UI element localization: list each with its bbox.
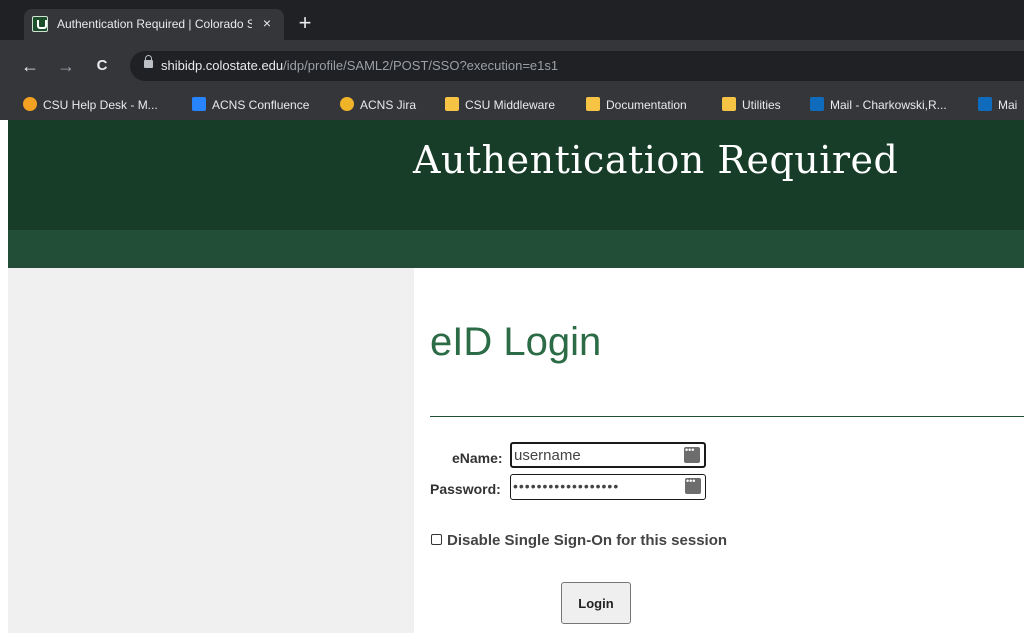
password-manager-icon[interactable]: [684, 445, 700, 463]
page-title: Authentication Required: [413, 138, 899, 182]
bookmark-label: CSU Middleware: [465, 98, 556, 112]
reload-icon[interactable]: C: [92, 56, 112, 76]
url-text[interactable]: shibidp.colostate.edu/idp/profile/SAML2/…: [161, 58, 558, 73]
login-button[interactable]: Login: [561, 582, 631, 624]
bookmark-label: Mai: [998, 98, 1018, 112]
close-tab-icon[interactable]: ×: [258, 14, 276, 32]
url-host: shibidp.colostate.edu: [161, 58, 284, 73]
bookmark-label: Utilities: [742, 98, 781, 112]
jira-icon: [340, 97, 354, 111]
forward-icon[interactable]: →: [56, 56, 76, 76]
outlook-icon: [810, 97, 824, 111]
divider: [430, 416, 1024, 417]
tab-strip: Authentication Required | Colorado State…: [0, 0, 1024, 40]
browser-tab[interactable]: Authentication Required | Colorado State…: [24, 9, 284, 40]
bookmark-acns-jira[interactable]: ACNS Jira: [340, 97, 416, 113]
page-banner: Authentication Required: [8, 120, 1024, 230]
tab-title: Authentication Required | Colorado State…: [57, 17, 252, 31]
bookmark-documentation[interactable]: Documentation: [586, 97, 687, 113]
bookmark-mail-charkowski[interactable]: Mail - Charkowski,R...: [810, 97, 947, 113]
ename-label: eName:: [452, 450, 503, 466]
bookmark-csu-help-desk[interactable]: CSU Help Desk - M...: [23, 97, 158, 113]
folder-icon: [586, 97, 600, 111]
address-bar[interactable]: shibidp.colostate.edu/idp/profile/SAML2/…: [130, 51, 1024, 81]
new-tab-button[interactable]: +: [294, 12, 316, 34]
folder-icon: [445, 97, 459, 111]
bookmark-label: ACNS Confluence: [212, 98, 310, 112]
lifebuoy-icon: [23, 97, 37, 111]
folder-icon: [722, 97, 736, 111]
csu-favicon-icon: [32, 16, 48, 32]
confluence-icon: [192, 97, 206, 111]
url-path: /idp/profile/SAML2/POST/SSO?execution=e1…: [283, 58, 559, 73]
disable-sso-label[interactable]: Disable Single Sign-On for this session: [447, 532, 727, 549]
lock-icon[interactable]: [144, 55, 153, 68]
bookmark-label: Documentation: [606, 98, 687, 112]
password-input[interactable]: [513, 477, 681, 495]
password-field[interactable]: [510, 474, 706, 500]
left-sidebar: [8, 268, 414, 633]
back-icon[interactable]: ←: [20, 56, 40, 76]
bookmark-mail[interactable]: Mai: [978, 97, 1017, 113]
ename-input[interactable]: [514, 446, 682, 464]
bookmark-label: Mail - Charkowski,R...: [830, 98, 947, 112]
ename-field[interactable]: [510, 442, 706, 468]
disable-sso-checkbox[interactable]: [431, 534, 442, 545]
outlook-icon: [978, 97, 992, 111]
bookmark-utilities[interactable]: Utilities: [722, 97, 781, 113]
password-label: Password:: [430, 481, 501, 497]
sub-nav-bar: [8, 230, 1024, 268]
bookmark-label: CSU Help Desk - M...: [43, 98, 158, 112]
bookmark-csu-middleware[interactable]: CSU Middleware: [445, 97, 555, 113]
bookmark-acns-confluence[interactable]: ACNS Confluence: [192, 97, 309, 113]
password-manager-icon[interactable]: [685, 476, 701, 494]
login-heading: eID Login: [430, 320, 602, 364]
bookmarks-bar: CSU Help Desk - M... ACNS Confluence ACN…: [0, 90, 1024, 120]
bookmark-label: ACNS Jira: [360, 98, 417, 112]
